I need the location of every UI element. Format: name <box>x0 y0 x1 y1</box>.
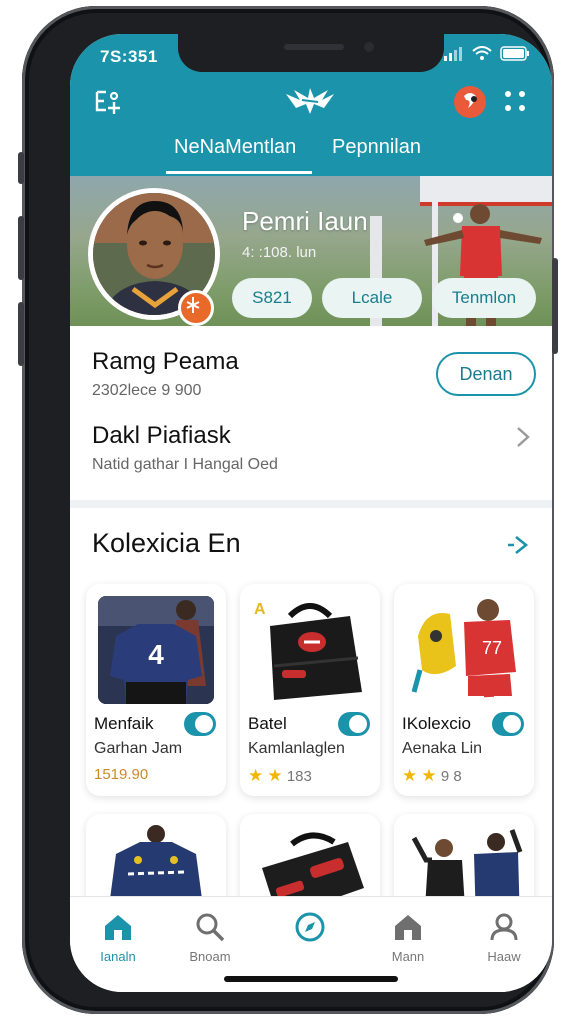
profile-banner: Pemri Iaun 4: :108. lun S821 Lcale Tenml… <box>70 176 552 326</box>
jersey-icon: 4 <box>98 596 214 704</box>
banner-subtitle: 4: :108. lun <box>242 244 317 261</box>
stat-pill-2[interactable]: Lcale <box>322 278 422 318</box>
detail-row-subtitle: Natid gathar I Hangal Oed <box>92 456 278 473</box>
mute-switch <box>18 152 24 184</box>
card-title: Batel <box>248 714 287 733</box>
card-rating: ★ ★ 9 8 <box>402 766 462 786</box>
card-subtitle: Aenaka Lin <box>402 740 483 757</box>
card-title: IKolexcio <box>402 714 471 733</box>
svg-text:4: 4 <box>148 639 164 670</box>
status-icons <box>444 46 530 61</box>
power-button <box>552 258 558 354</box>
grid-menu-icon[interactable] <box>504 90 526 112</box>
bag-image: A <box>252 596 368 704</box>
nav-profile[interactable]: Haaw <box>464 911 544 964</box>
stat-pill-3[interactable]: Tenmlon <box>432 278 536 318</box>
notch <box>178 34 444 72</box>
player-meta: 2302lece 9 900 <box>92 382 202 399</box>
card-toggle[interactable] <box>338 712 370 736</box>
rating-value: 183 <box>286 768 312 785</box>
compass-icon <box>295 912 325 942</box>
toggle-knob <box>349 715 367 733</box>
card-price: 1519.90 <box>94 766 149 783</box>
detail-row-title[interactable]: Dakl Piafiask <box>92 422 231 450</box>
card-toggle[interactable] <box>184 712 216 736</box>
team-badge-icon <box>178 290 214 326</box>
stat-pill-1[interactable]: S821 <box>232 278 312 318</box>
player-image: 77 <box>406 596 522 704</box>
front-camera <box>364 42 374 52</box>
nav-label: Bnoam <box>189 949 231 964</box>
nav-shop[interactable]: Mann <box>368 911 448 964</box>
status-time: 7S:351 <box>100 47 158 66</box>
signal-icon <box>444 46 462 61</box>
collection-card-player[interactable]: 77 IKolexcio Aenaka Lin ★ ★ 9 8 <box>394 584 534 796</box>
volume-down-button <box>18 302 24 366</box>
active-tab-indicator <box>166 171 312 174</box>
user-avatar[interactable] <box>454 86 486 118</box>
search-icon <box>196 913 225 942</box>
star-icon: ★ <box>421 766 437 785</box>
star-icon: ★ <box>248 766 264 785</box>
jersey-image: 4 <box>98 596 214 704</box>
collection-card-bag[interactable]: A Batel Kamlanlaglen ★ ★ 183 <box>240 584 380 796</box>
nav-search[interactable]: Bnoam <box>170 911 250 964</box>
card-toggle[interactable] <box>492 712 524 736</box>
star-icon: ★ <box>267 766 283 785</box>
collection-title: Kolexicia En <box>92 528 241 558</box>
card-subtitle: Garhan Jam <box>94 740 183 757</box>
arrow-right-icon[interactable] <box>506 532 532 558</box>
collection-card-jersey[interactable]: 4 Menfaik Garhan Jam 1519.90 <box>86 584 226 796</box>
top-bar <box>70 84 552 124</box>
player-with-bag-icon: 77 <box>411 599 516 704</box>
svg-text:77: 77 <box>482 638 502 658</box>
card-rating: ★ ★ 183 <box>248 766 312 786</box>
section-divider <box>70 500 552 508</box>
volume-up-button <box>18 216 24 280</box>
nav-explore[interactable] <box>270 911 350 949</box>
toggle-knob <box>503 715 521 733</box>
toggle-knob <box>195 715 213 733</box>
brand-logo-icon <box>286 88 334 114</box>
nav-label: Mann <box>391 949 425 964</box>
star-icon: ★ <box>402 766 418 785</box>
nav-label: Haaw <box>487 949 521 964</box>
nav-home[interactable]: Ianaln <box>78 911 158 964</box>
shop-icon <box>395 915 421 940</box>
follow-button[interactable]: Denan <box>436 352 536 396</box>
player-info-section: Ramg Peama 2302lece 9 900 Denan Dakl Pia… <box>70 326 552 494</box>
tab-bar: NeNaMentlan Pepnnilan <box>70 130 552 176</box>
profile-icon <box>490 913 518 941</box>
tab-nenamentlan[interactable]: NeNaMentlan <box>174 136 296 159</box>
nav-label: Ianaln <box>100 949 136 964</box>
player-name: Ramg Peama <box>92 348 239 375</box>
wifi-icon <box>472 46 492 60</box>
filter-icon[interactable] <box>94 88 122 116</box>
svg-text:A: A <box>254 601 266 618</box>
battery-icon <box>500 46 529 61</box>
card-title: Menfaik <box>94 714 154 733</box>
rating-value: 9 8 <box>440 768 462 785</box>
app-screen: 7S:351 NeNaMentlan Pepnnilan Pemri Iaun … <box>70 34 552 992</box>
user-avatar-icon <box>455 87 485 117</box>
chevron-right-icon[interactable] <box>514 424 532 450</box>
speaker-grille <box>284 44 344 50</box>
phone-frame: 7S:351 NeNaMentlan Pepnnilan Pemri Iaun … <box>18 6 558 1014</box>
home-icon <box>105 915 131 940</box>
card-subtitle: Kamlanlaglen <box>248 740 345 757</box>
home-indicator[interactable] <box>224 976 398 982</box>
tab-pepnnilan[interactable]: Pepnnilan <box>332 136 421 159</box>
bag-icon: A <box>254 601 362 700</box>
banner-player-name: Pemri Iaun <box>242 206 368 236</box>
